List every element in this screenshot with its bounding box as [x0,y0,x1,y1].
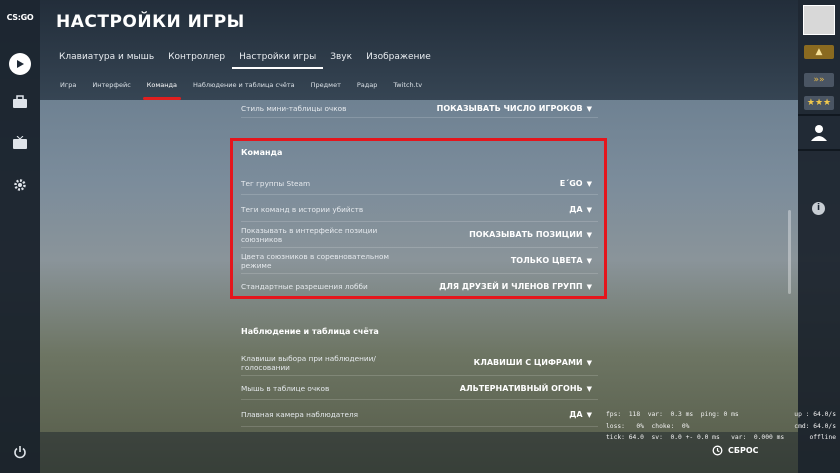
reset-label: СБРОС [728,446,759,455]
play-icon [9,53,31,75]
tab-video[interactable]: Изображение [359,49,438,69]
subtab-hud[interactable]: Интерфейс [84,79,138,91]
netgraph-line: loss: 0% choke: 0% [606,423,690,430]
gear-icon [14,179,26,191]
subtab-game[interactable]: Игра [52,79,84,91]
tab-keyboard-mouse[interactable]: Клавиатура и мышь [52,49,161,69]
tab-audio[interactable]: Звук [323,49,359,69]
setting-value: КЛАВИШИ С ЦИФРАМИ [473,358,583,367]
setting-row[interactable]: Стиль мини-таблицы очков ПОКАЗЫВАТЬ ЧИСЛ… [241,99,598,118]
friends-button[interactable] [810,124,828,146]
setting-dropdown[interactable]: ДА ▼ [569,410,592,419]
page-title: НАСТРОЙКИ ИГРЫ [56,12,245,32]
netgraph-line: offline [809,434,836,441]
play-button[interactable] [8,52,32,76]
briefcase-icon [13,95,27,108]
setting-value: ПОКАЗЫВАТЬ ЧИСЛО ИГРОКОВ [436,103,583,113]
header: НАСТРОЙКИ ИГРЫ Клавиатура и мышь Контрол… [40,0,798,100]
power-icon [14,446,26,459]
tab-game-settings[interactable]: Настройки игры [232,49,324,69]
subtab-radar[interactable]: Радар [349,79,386,91]
setting-value: АЛЬТЕРНАТИВНЫЙ ОГОНЬ [459,383,583,393]
settings-button[interactable] [8,173,32,197]
setting-dropdown[interactable]: АЛЬТЕРНАТИВНЫЙ ОГОНЬ ▼ [460,384,592,393]
tab-controller[interactable]: Контроллер [161,49,232,69]
setting-label: Клавиши выбора при наблюдении/голосовани… [241,353,376,372]
chevron-down-icon: ▼ [586,410,592,419]
subtab-spectate[interactable]: Наблюдение и таблица счёта [185,79,303,91]
chevron-rank-icon: »» [804,73,834,87]
setting-row[interactable]: Мышь в таблице очков АЛЬТЕРНАТИВНЫЙ ОГОН… [241,377,598,400]
chevron-down-icon: ▼ [586,384,592,393]
left-sidebar: CS:GO [0,0,40,473]
divider [798,149,840,151]
sub-tabs: Игра Интерфейс Команда Наблюдение и табл… [52,79,430,100]
right-sidebar: ▲ »» ★★★ i [798,0,840,473]
netgraph-line: up : 64.0/s [794,411,836,418]
divider [798,114,840,116]
stars-rank-icon: ★★★ [804,96,834,110]
setting-label: Мышь в таблице очков [241,383,330,393]
setting-row[interactable]: Плавная камера наблюдателя ДА ▼ [241,402,598,427]
person-icon [811,125,827,141]
csgo-logo: CS:GO [6,13,34,22]
setting-dropdown[interactable]: ПОКАЗЫВАТЬ ЧИСЛО ИГРОКОВ ▼ [437,104,592,113]
subtab-twitch[interactable]: Twitch.tv [385,79,430,91]
subtab-team[interactable]: Команда [139,79,185,100]
reset-button[interactable]: СБРОС [712,445,759,456]
section-title-spectate: Наблюдение и таблица счёта [241,327,379,336]
setting-row[interactable]: Клавиши выбора при наблюдении/голосовани… [241,350,598,376]
power-button[interactable] [8,440,32,464]
netgraph-line: fps: 118 var: 0.3 ms ping: 0 ms [606,411,739,418]
setting-label: Стиль мини-таблицы очков [241,103,347,113]
setting-dropdown[interactable]: КЛАВИШИ С ЦИФРАМИ ▼ [474,358,592,367]
chevron-down-icon: ▼ [586,104,592,113]
chevron-down-icon: ▼ [586,359,592,367]
tv-icon [13,136,27,149]
watch-button[interactable] [8,131,32,155]
reset-icon [712,445,723,456]
netgraph-line: cmd: 64.0/s [794,423,836,430]
subtab-item[interactable]: Предмет [303,79,349,91]
highlight-box [230,138,607,299]
inventory-button[interactable] [8,90,32,114]
main-tabs: Клавиатура и мышь Контроллер Настройки и… [52,49,438,69]
info-icon[interactable]: i [812,202,825,215]
eagle-rank-icon: ▲ [804,45,834,59]
netgraph-line: tick: 64.0 sv: 0.0 +- 0.0 ms var: 0.000 … [606,434,785,441]
setting-value: ДА [569,409,583,419]
avatar[interactable] [803,5,835,35]
setting-label: Плавная камера наблюдателя [241,409,359,419]
scrollbar[interactable] [788,210,791,294]
